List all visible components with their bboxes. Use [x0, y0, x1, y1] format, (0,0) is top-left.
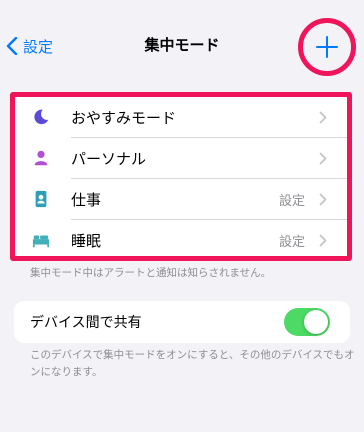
toggle-knob — [304, 310, 328, 334]
focus-mode-list: おやすみモード パーソナル 仕事 設定 睡眠 設定 — [10, 92, 352, 261]
chevron-right-icon — [319, 111, 327, 124]
focus-list-footer: 集中モード中はアラートと通知は知らされません。 — [30, 267, 272, 279]
chevron-right-icon — [319, 234, 327, 247]
share-across-devices-toggle[interactable] — [284, 308, 330, 336]
focus-row-do-not-disturb[interactable]: おやすみモード — [15, 97, 347, 137]
focus-row-label: 睡眠 — [71, 231, 102, 250]
focus-row-work[interactable]: 仕事 設定 — [15, 179, 347, 219]
focus-row-value: 設定 — [278, 234, 305, 250]
person-icon — [31, 148, 51, 168]
share-footer: このデバイスで集中モードをオンにすると、その他のデバイスでもオンになります。 — [30, 349, 355, 378]
focus-row-label: パーソナル — [71, 149, 147, 168]
chevron-right-icon — [319, 193, 327, 206]
navigation-bar: 設定 集中モード — [0, 0, 364, 92]
share-across-devices-label: デバイス間で共有 — [30, 315, 142, 331]
plus-icon — [316, 36, 338, 58]
focus-row-value: 設定 — [278, 193, 305, 209]
moon-icon — [31, 107, 51, 127]
bed-icon — [31, 230, 51, 250]
focus-row-label: おやすみモード — [71, 108, 177, 127]
share-across-devices-row: デバイス間で共有 — [14, 301, 350, 343]
focus-row-personal[interactable]: パーソナル — [15, 138, 347, 178]
add-focus-button[interactable] — [298, 18, 356, 76]
chevron-right-icon — [319, 152, 327, 165]
focus-row-label: 仕事 — [71, 190, 102, 209]
focus-row-sleep[interactable]: 睡眠 設定 — [15, 220, 347, 256]
id-badge-icon — [31, 189, 51, 209]
